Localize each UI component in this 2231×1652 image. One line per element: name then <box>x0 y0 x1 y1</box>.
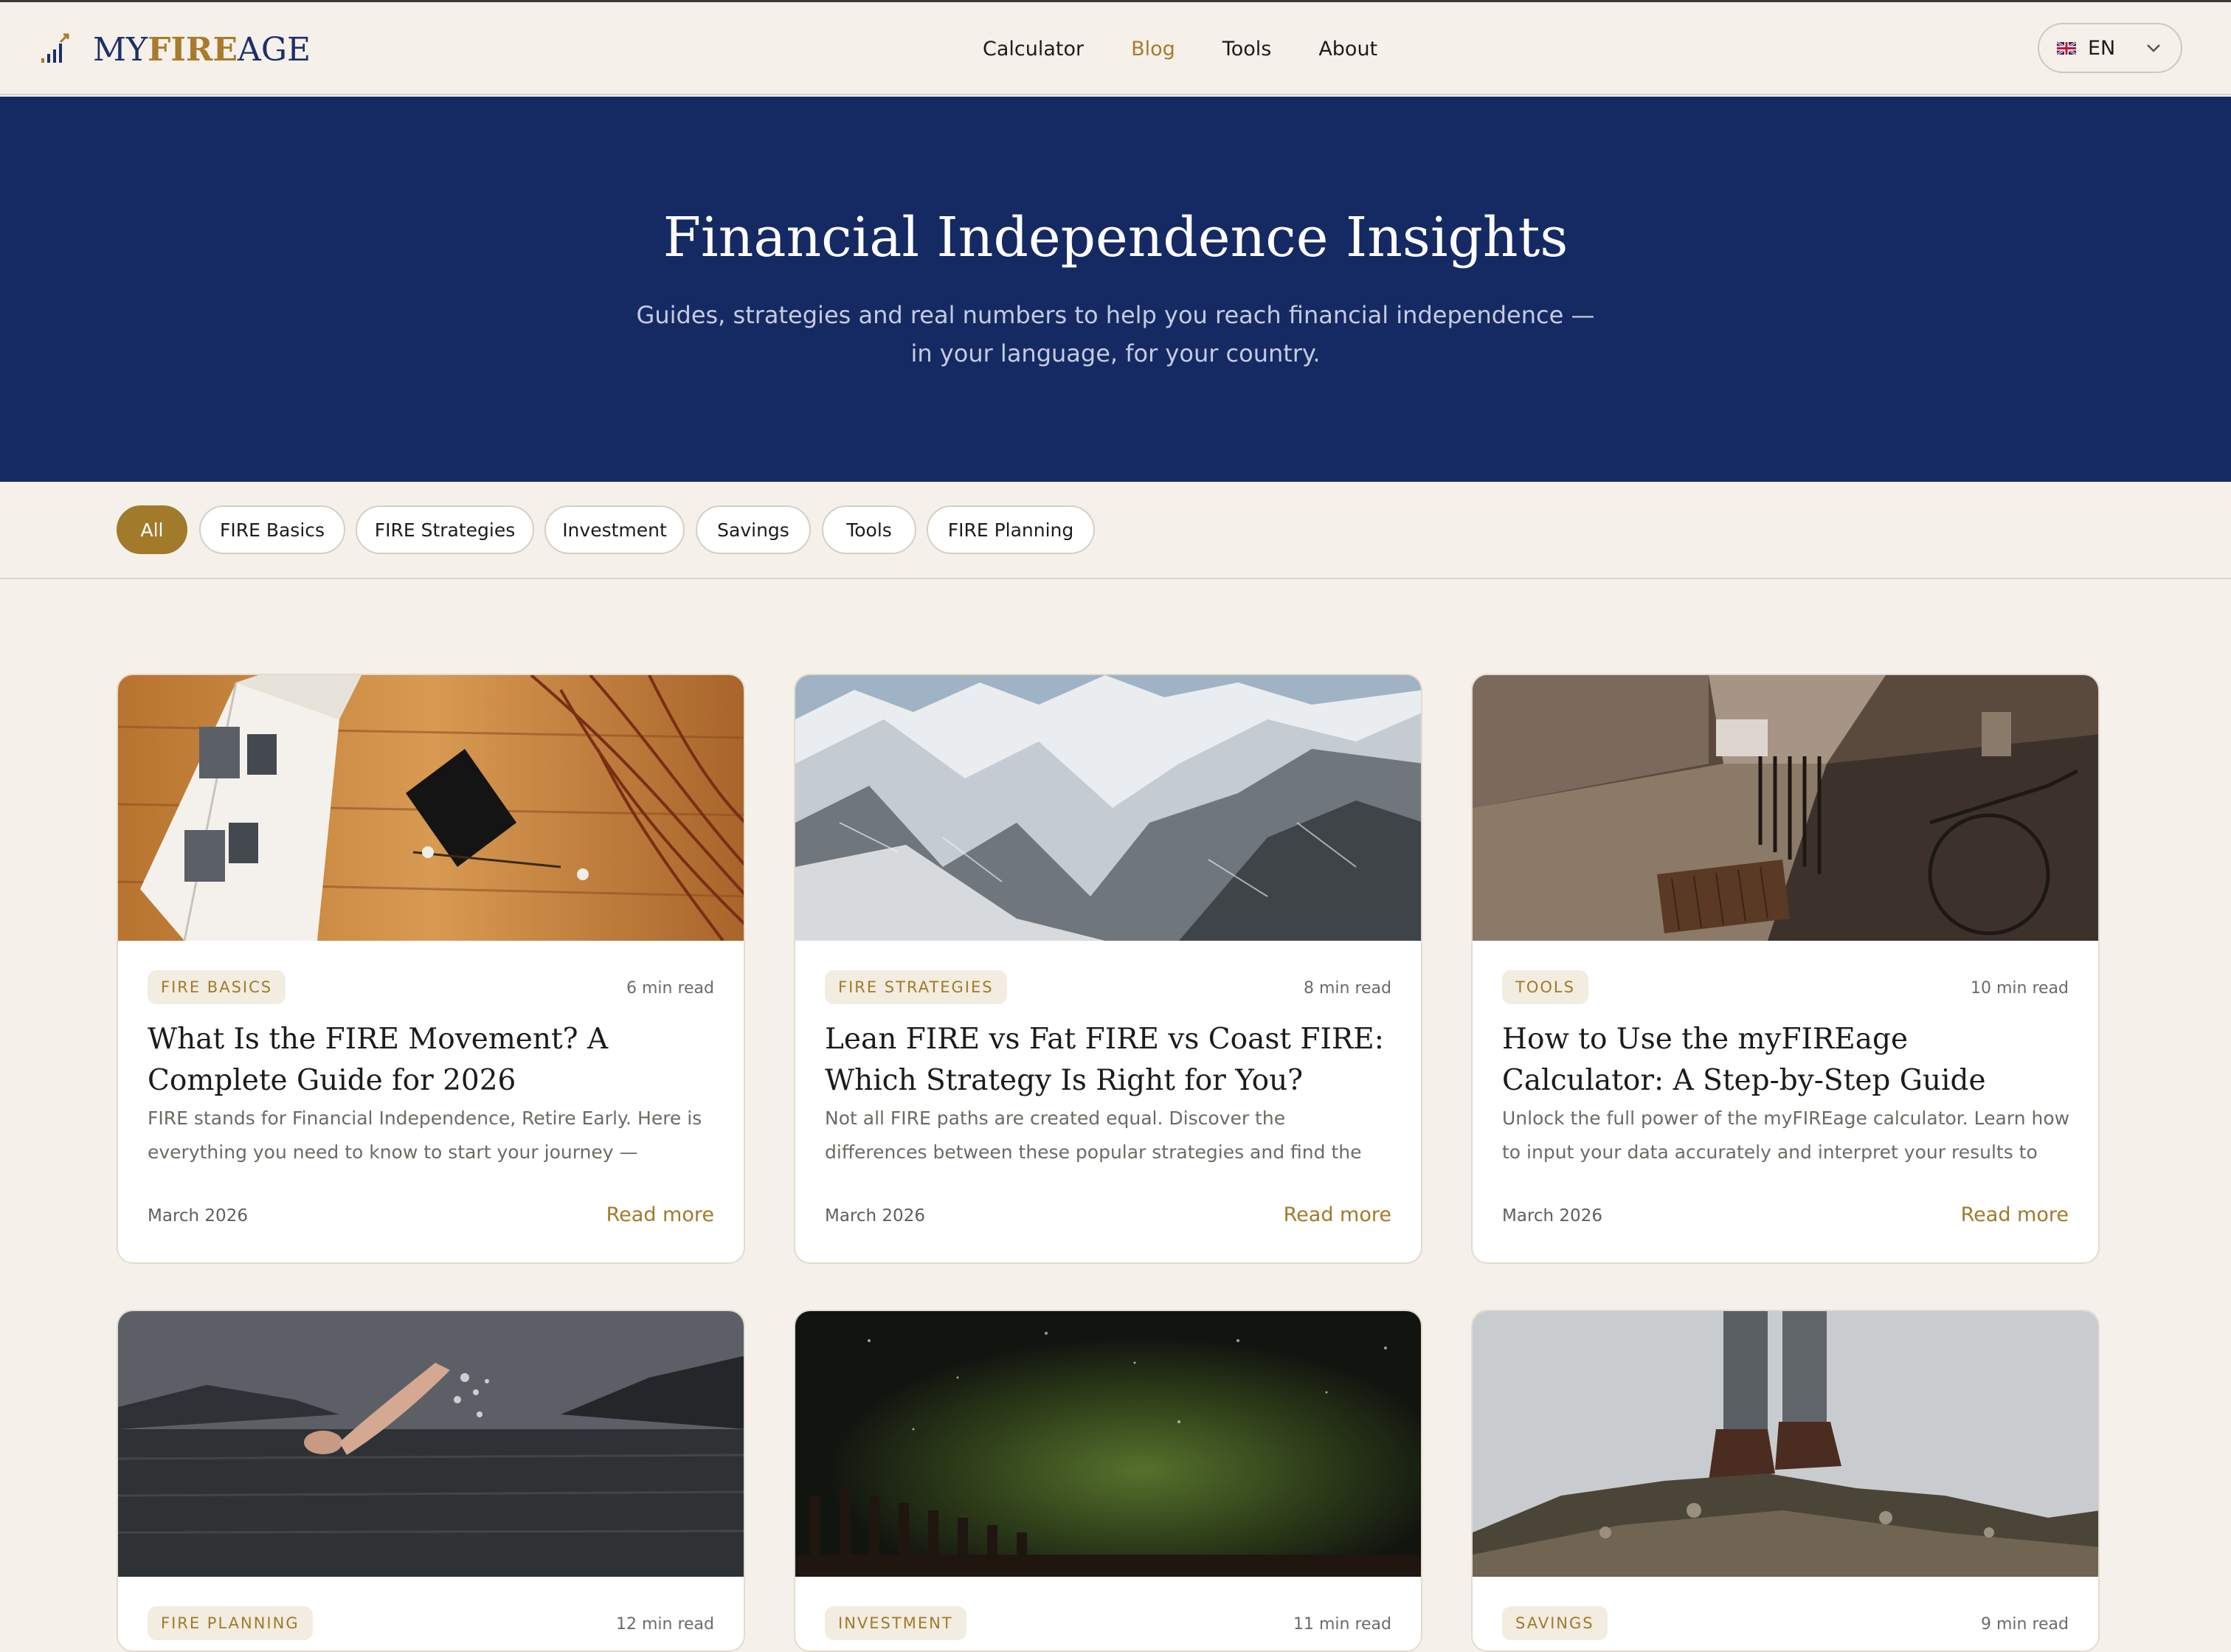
article-card[interactable]: FIRE PLANNING 12 min read <box>117 1310 745 1652</box>
article-card[interactable]: TOOLS 10 min read How to Use the myFIREa… <box>1471 674 2100 1264</box>
article-image-hiker-boots <box>1473 1311 2098 1577</box>
article-date: March 2026 <box>825 1206 925 1226</box>
read-more-link[interactable]: Read more <box>1961 1203 2069 1226</box>
category-badge: FIRE STRATEGIES <box>825 970 1007 1004</box>
nav-about[interactable]: About <box>1318 29 1377 70</box>
language-code: EN <box>2088 36 2116 60</box>
article-excerpt: Not all FIRE paths are created equal. Di… <box>825 1107 1362 1163</box>
read-time: 6 min read <box>626 979 714 998</box>
article-excerpt: Unlock the full power of the myFIREage c… <box>1502 1107 2070 1163</box>
read-time: 8 min read <box>1303 979 1391 998</box>
read-more-link[interactable]: Read more <box>1284 1203 1391 1226</box>
hero-banner: Financial Independence Insights Guides, … <box>0 97 2231 482</box>
filter-tools[interactable]: Tools <box>822 505 916 554</box>
article-image-street-bicycle <box>1473 675 2098 941</box>
category-badge: TOOLS <box>1502 970 1588 1004</box>
article-image-swimmer <box>118 1311 744 1577</box>
article-image-mountains <box>795 675 1421 941</box>
filter-investment[interactable]: Investment <box>544 505 685 554</box>
filter-fire-planning[interactable]: FIRE Planning <box>927 505 1095 554</box>
page-title: Financial Independence Insights <box>663 206 1568 269</box>
nav-blog[interactable]: Blog <box>1131 29 1175 70</box>
article-card[interactable]: SAVINGS 9 min read <box>1471 1310 2100 1652</box>
category-badge: SAVINGS <box>1502 1606 1608 1640</box>
language-selector[interactable]: EN <box>2038 23 2182 73</box>
filter-fire-strategies[interactable]: FIRE Strategies <box>356 505 534 554</box>
uk-flag-icon <box>2057 41 2076 55</box>
category-badge: INVESTMENT <box>825 1606 966 1640</box>
article-image-book <box>118 675 744 941</box>
article-title[interactable]: Lean FIRE vs Fat FIRE vs Coast FIRE: Whi… <box>825 1019 1393 1102</box>
category-badge: FIRE BASICS <box>148 970 286 1004</box>
hero-subtitle: Guides, strategies and real numbers to h… <box>636 301 1595 367</box>
category-filter-bar: All FIRE Basics FIRE Strategies Investme… <box>0 482 2231 579</box>
filter-savings[interactable]: Savings <box>696 505 811 554</box>
nav-calculator[interactable]: Calculator <box>983 29 1084 70</box>
article-date: March 2026 <box>148 1206 248 1226</box>
article-date: March 2026 <box>1502 1206 1602 1226</box>
article-title[interactable]: What Is the FIRE Movement? A Complete Gu… <box>148 1019 716 1102</box>
filter-all[interactable]: All <box>117 505 187 554</box>
chevron-down-icon <box>2147 44 2160 52</box>
article-image-night-sky <box>795 1311 1421 1577</box>
site-header: MYFIREAGE Calculator Blog Tools About EN <box>0 2 2231 95</box>
article-title[interactable]: How to Use the myFIREage Calculator: A S… <box>1502 1019 2070 1102</box>
filter-fire-basics[interactable]: FIRE Basics <box>199 505 345 554</box>
nav-tools[interactable]: Tools <box>1222 29 1272 70</box>
article-card[interactable]: FIRE BASICS 6 min read What Is the FIRE … <box>117 674 745 1264</box>
main-nav: Calculator Blog Tools About <box>0 29 2231 70</box>
read-time: 10 min read <box>1970 979 2069 998</box>
article-card[interactable]: INVESTMENT 11 min read <box>794 1310 1422 1652</box>
read-more-link[interactable]: Read more <box>606 1203 714 1226</box>
category-badge: FIRE PLANNING <box>148 1606 313 1640</box>
article-card[interactable]: FIRE STRATEGIES 8 min read Lean FIRE vs … <box>794 674 1422 1264</box>
article-excerpt: FIRE stands for Financial Independence, … <box>148 1107 702 1163</box>
